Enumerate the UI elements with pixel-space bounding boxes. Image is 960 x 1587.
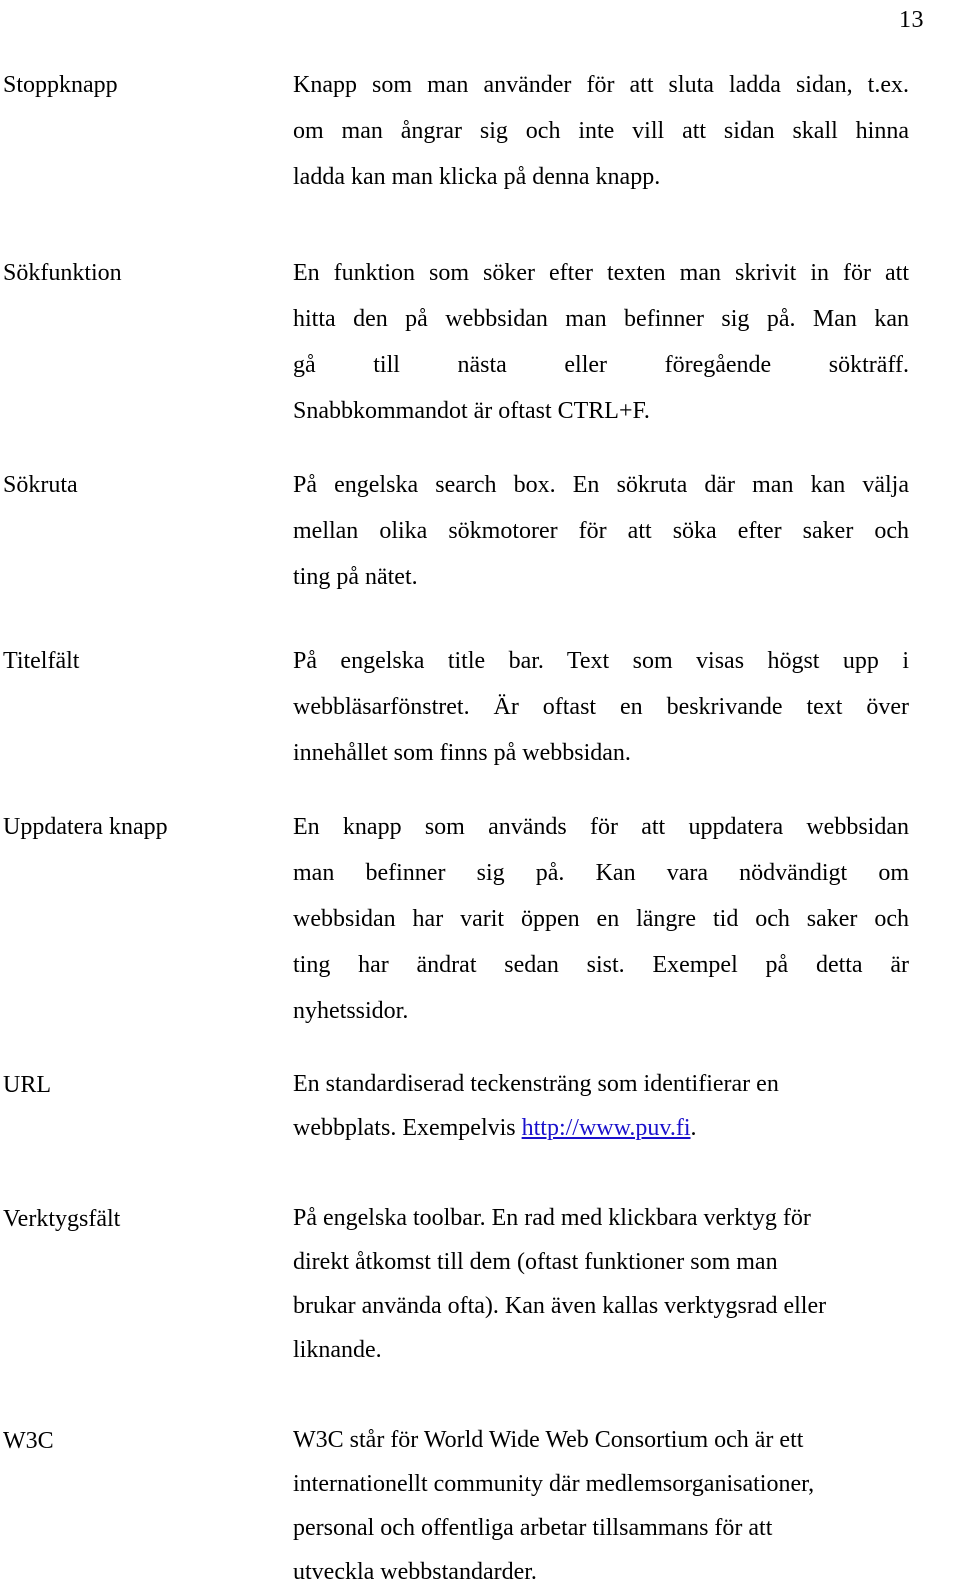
entry-spacer: [0, 434, 960, 462]
definition-line-with-link: webbplats. Exempelvis http://www.puv.fi.: [293, 1106, 909, 1150]
glossary-term: Verktygsfält: [3, 1206, 121, 1232]
entry-spacer: [0, 600, 960, 638]
glossary-definition: En funktion som söker efter texten man s…: [293, 250, 909, 434]
definition-line: En knapp som används för att uppdatera w…: [293, 814, 909, 840]
definition-line: På engelska toolbar. En rad med klickbar…: [293, 1205, 811, 1231]
definition-line: internationellt community där medlemsorg…: [293, 1471, 815, 1497]
definition-line: En funktion som söker efter texten man s…: [293, 260, 909, 286]
definition-line: personal och offentliga arbetar tillsamm…: [293, 1515, 773, 1541]
definition-line: hitta den på webbsidan man befinner sig …: [293, 306, 909, 332]
definition-line: brukar använda ofta). Kan även kallas ve…: [293, 1293, 827, 1319]
definition-line: webbsidan har varit öppen en längre tid …: [293, 906, 909, 932]
glossary-definition: På engelska search box. En sökruta där m…: [293, 462, 909, 600]
definition-line: webbläsarfönstret. Är oftast en beskriva…: [293, 694, 909, 720]
glossary-entry: URL En standardiserad teckensträng som i…: [0, 1062, 960, 1150]
entry-spacer: [0, 1034, 960, 1062]
glossary-term: Sökruta: [3, 472, 78, 498]
definition-line: man befinner sig på. Kan vara nödvändigt…: [293, 860, 909, 886]
definition-line: På engelska title bar. Text som visas hö…: [293, 648, 909, 674]
definition-line: ting på nätet.: [293, 564, 418, 590]
definition-line: liknande.: [293, 1337, 382, 1363]
glossary-entry: W3C W3C står för World Wide Web Consorti…: [0, 1418, 960, 1587]
url-link[interactable]: http://www.puv.fi: [522, 1115, 691, 1141]
definition-line: mellan olika sökmotorer för att söka eft…: [293, 518, 909, 544]
definition-line: om man ångrar sig och inte vill att sida…: [293, 118, 909, 144]
glossary-entry: Sökruta På engelska search box. En sökru…: [0, 462, 960, 600]
glossary-list: Stoppknapp Knapp som man använder för at…: [0, 62, 960, 1587]
glossary-term: URL: [3, 1072, 51, 1098]
glossary-entry: Stoppknapp Knapp som man använder för at…: [0, 62, 960, 200]
entry-spacer: [0, 776, 960, 804]
glossary-definition: W3C står för World Wide Web Consortium o…: [293, 1418, 909, 1587]
definition-line: nyhetssidor.: [293, 998, 409, 1024]
definition-line: innehållet som finns på webbsidan.: [293, 740, 631, 766]
glossary-definition: En standardiserad teckensträng som ident…: [293, 1062, 909, 1150]
glossary-term: Uppdatera knapp: [3, 814, 168, 840]
glossary-definition: Knapp som man använder för att sluta lad…: [293, 62, 909, 200]
definition-line: På engelska search box. En sökruta där m…: [293, 472, 909, 498]
page-number: 13: [899, 7, 924, 33]
definition-line: En standardiserad teckensträng som ident…: [293, 1071, 779, 1097]
glossary-definition: En knapp som används för att uppdatera w…: [293, 804, 909, 1034]
entry-spacer: [0, 1150, 960, 1196]
definition-line: utveckla webbstandarder.: [293, 1559, 537, 1585]
definition-line: ting har ändrat sedan sist. Exempel på d…: [293, 952, 909, 978]
definition-line: direkt åtkomst till dem (oftast funktion…: [293, 1249, 778, 1275]
definition-line: Knapp som man använder för att sluta lad…: [293, 72, 909, 98]
glossary-definition: På engelska toolbar. En rad med klickbar…: [293, 1196, 909, 1372]
definition-line: Snabbkommandot är oftast CTRL+F.: [293, 398, 650, 424]
definition-line: W3C står för World Wide Web Consortium o…: [293, 1427, 804, 1453]
definition-text-after-link: .: [690, 1115, 697, 1141]
glossary-entry: Titelfält På engelska title bar. Text so…: [0, 638, 960, 776]
entry-spacer: [0, 1372, 960, 1418]
glossary-term: Stoppknapp: [3, 72, 118, 98]
entry-spacer: [0, 200, 960, 250]
glossary-entry: Sökfunktion En funktion som söker efter …: [0, 250, 960, 434]
glossary-entry: Uppdatera knapp En knapp som används för…: [0, 804, 960, 1034]
glossary-term: Titelfält: [3, 648, 80, 674]
glossary-definition: På engelska title bar. Text som visas hö…: [293, 638, 909, 776]
document-page: 13 Stoppknapp Knapp som man använder för…: [0, 0, 960, 1587]
glossary-term: Sökfunktion: [3, 260, 122, 286]
glossary-entry: Verktygsfält På engelska toolbar. En rad…: [0, 1196, 960, 1372]
definition-text-before-link: webbplats. Exempelvis: [293, 1115, 522, 1141]
glossary-term: W3C: [3, 1428, 54, 1454]
definition-line: gå till nästa eller föregående sökträff.: [293, 352, 909, 378]
definition-line: ladda kan man klicka på denna knapp.: [293, 164, 661, 190]
